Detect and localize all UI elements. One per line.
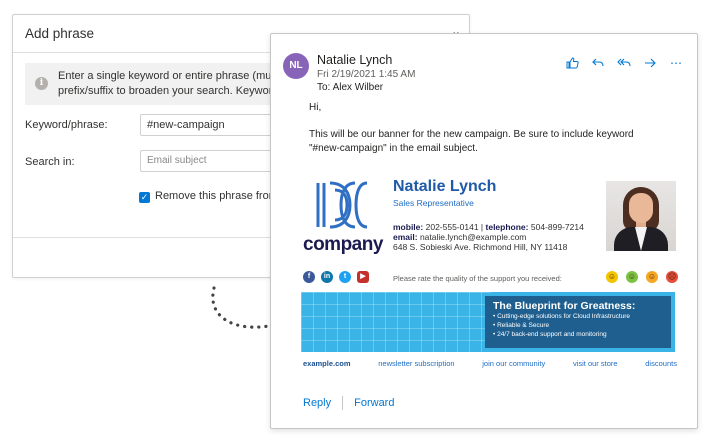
- company-logo-text: company: [303, 234, 383, 255]
- signature-links: example.com newsletter subscription join…: [303, 359, 677, 368]
- keyword-label: Keyword/phrase:: [25, 119, 108, 131]
- sad-smiley-icon[interactable]: ☹: [666, 271, 678, 283]
- facebook-icon[interactable]: f: [303, 271, 315, 283]
- very-happy-smiley-icon[interactable]: ☺: [606, 271, 618, 283]
- body-text: This will be our banner for the new camp…: [309, 129, 634, 140]
- telephone-label: telephone:: [485, 222, 529, 232]
- twitter-icon[interactable]: t: [339, 271, 351, 283]
- youtube-icon[interactable]: ▶: [357, 271, 369, 283]
- banner-bullet: • Cutting-edge solutions for Cloud Infra…: [493, 313, 631, 320]
- social-icons: f in t ▶: [303, 271, 369, 283]
- rate-text: Please rate the quality of the support y…: [393, 274, 562, 283]
- happy-smiley-icon[interactable]: ☺: [626, 271, 638, 283]
- email-actions: ⋯: [565, 56, 683, 70]
- email-label: email:: [393, 232, 418, 242]
- sender-name: Natalie Lynch: [317, 53, 393, 67]
- signature-phones: mobile: 202-555-0141 | telephone: 504-89…: [393, 222, 584, 232]
- link-community[interactable]: join our community: [482, 359, 545, 368]
- search-in-label: Search in:: [25, 156, 75, 168]
- signature-title: Sales Representative: [393, 198, 474, 208]
- remove-phrase-checkbox-row[interactable]: ✓ Remove this phrase from: [139, 190, 278, 203]
- neutral-smiley-icon[interactable]: ☺: [646, 271, 658, 283]
- banner-bullet: • Reliable & Secure: [493, 322, 550, 329]
- mobile-label: mobile:: [393, 222, 424, 232]
- linkedin-icon[interactable]: in: [321, 271, 333, 283]
- reply-button[interactable]: Reply: [303, 397, 331, 409]
- banner-bullet: • 24/7 back-end support and monitoring: [493, 331, 607, 338]
- link-newsletter[interactable]: newsletter subscription: [378, 359, 454, 368]
- avatar: NL: [283, 53, 309, 79]
- link-discounts[interactable]: discounts: [645, 359, 677, 368]
- rating-smileys: ☺ ☺ ☺ ☹: [606, 271, 678, 283]
- blueprint-pattern: [301, 292, 491, 352]
- forward-button[interactable]: Forward: [354, 397, 394, 409]
- reply-icon[interactable]: [591, 56, 605, 70]
- link-website[interactable]: example.com: [303, 359, 351, 368]
- company-logo-icon: [316, 181, 368, 229]
- body-text: "#new-campaign" in the email subject.: [309, 143, 478, 154]
- mobile-number: 202-555-0141: [425, 222, 479, 232]
- forward-icon[interactable]: [643, 56, 657, 70]
- panel-title: Add phrase: [25, 26, 95, 41]
- separator: |: [480, 222, 484, 232]
- remove-phrase-checkbox[interactable]: ✓: [139, 192, 150, 203]
- banner-title: The Blueprint for Greatness:: [493, 300, 636, 312]
- greeting: Hi,: [309, 102, 322, 113]
- more-icon[interactable]: ⋯: [669, 56, 683, 70]
- signature-name: Natalie Lynch: [393, 178, 497, 195]
- email-recipient: To: Alex Wilber: [317, 82, 384, 93]
- reply-all-icon[interactable]: [617, 56, 631, 70]
- telephone-number: 504-899-7214: [530, 222, 584, 232]
- reply-actions: Reply Forward: [303, 396, 394, 410]
- link-store[interactable]: visit our store: [573, 359, 618, 368]
- campaign-banner[interactable]: The Blueprint for Greatness: • Cutting-e…: [301, 292, 675, 352]
- checkbox-label: Remove this phrase from: [155, 190, 278, 202]
- email-preview: NL Natalie Lynch Fri 2/19/2021 1:45 AM T…: [270, 33, 698, 429]
- signature-address: 648 S. Sobieski Ave. Richmond Hill, NY 1…: [393, 242, 568, 252]
- email-address[interactable]: natalie.lynch@example.com: [420, 232, 526, 242]
- banner-text-box: The Blueprint for Greatness: • Cutting-e…: [485, 296, 671, 348]
- profile-photo: [606, 181, 676, 251]
- email-date: Fri 2/19/2021 1:45 AM: [317, 69, 416, 80]
- like-icon[interactable]: [565, 56, 579, 70]
- info-icon: i: [35, 77, 48, 90]
- divider: [342, 396, 344, 410]
- signature-email: email: natalie.lynch@example.com: [393, 232, 526, 242]
